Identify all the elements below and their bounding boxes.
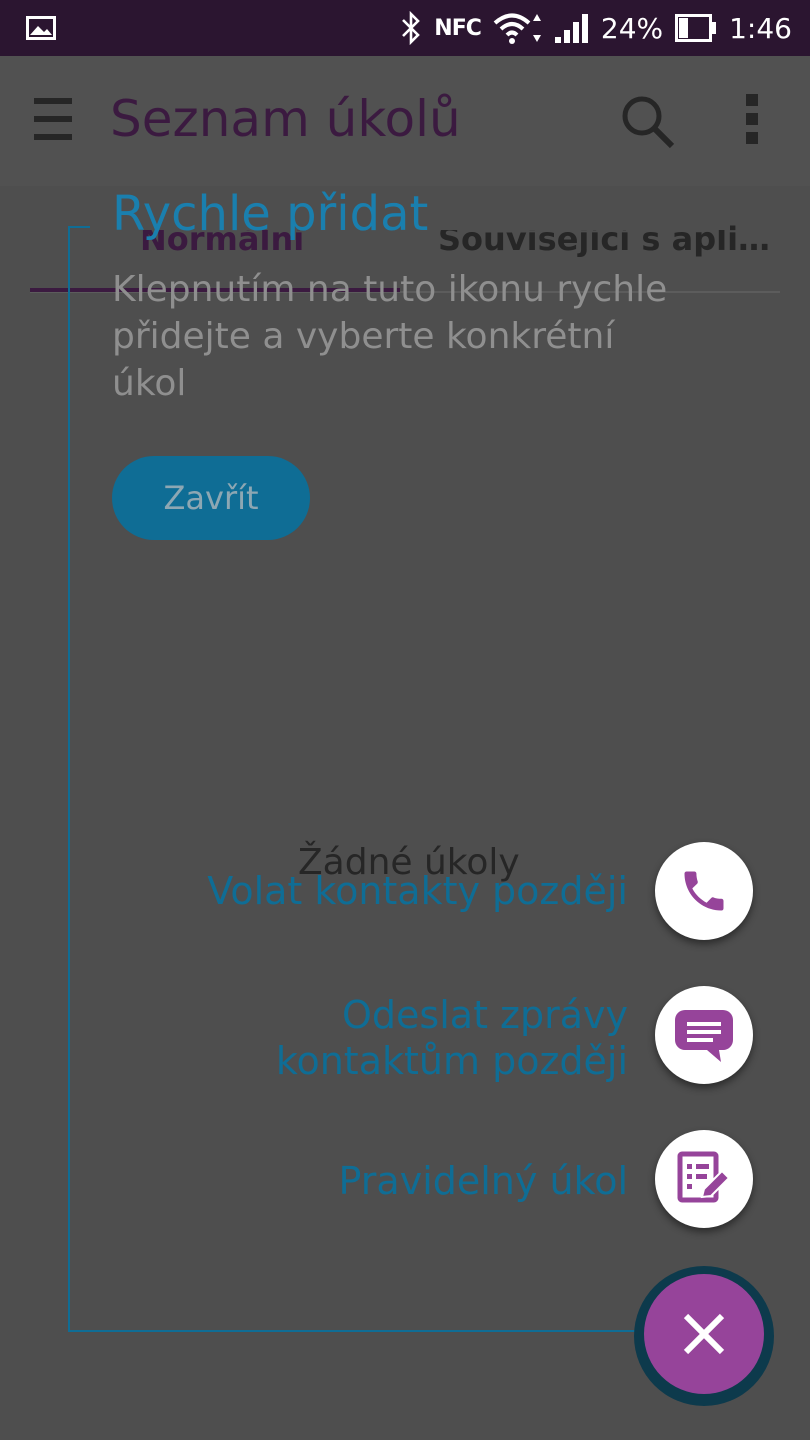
wifi-icon	[493, 13, 541, 44]
message-later-label-text: Odeslat zprávy kontaktům později	[275, 993, 628, 1083]
search-icon[interactable]	[620, 94, 676, 150]
clock: 1:46	[729, 11, 792, 45]
nfc-icon: NFC	[434, 15, 482, 41]
battery-icon	[675, 14, 717, 42]
bluetooth-icon	[402, 11, 421, 45]
signal-icon	[554, 14, 588, 43]
close-speed-dial-button[interactable]	[644, 1274, 764, 1394]
battery-percent: 24%	[600, 11, 664, 45]
page-title: Seznam úkolů	[110, 90, 461, 148]
close-icon	[683, 1313, 725, 1355]
coach-mark-title: Rychle přidat	[112, 186, 429, 242]
menu-icon[interactable]	[34, 96, 74, 144]
call-later-button[interactable]	[655, 842, 753, 940]
edit-list-icon	[677, 1151, 731, 1203]
message-later-label[interactable]: Odeslat zprávy kontaktům později	[148, 992, 628, 1084]
call-later-label[interactable]: Volat kontakty později	[207, 868, 628, 914]
app-bar: Seznam úkolů	[0, 56, 810, 186]
status-bar: NFC 24% 1:46	[0, 0, 810, 56]
regular-task-button[interactable]	[655, 1130, 753, 1228]
close-coach-button[interactable]: Zavřít	[112, 456, 310, 540]
phone-icon	[684, 871, 724, 911]
message-icon	[675, 1010, 733, 1062]
regular-task-label[interactable]: Pravidelný úkol	[339, 1158, 628, 1204]
gallery-icon	[26, 16, 56, 40]
message-later-button[interactable]	[655, 986, 753, 1084]
coach-mark-description: Klepnutím na tuto ikonu rychle přidejte …	[112, 269, 668, 404]
more-vert-icon[interactable]	[744, 92, 760, 146]
